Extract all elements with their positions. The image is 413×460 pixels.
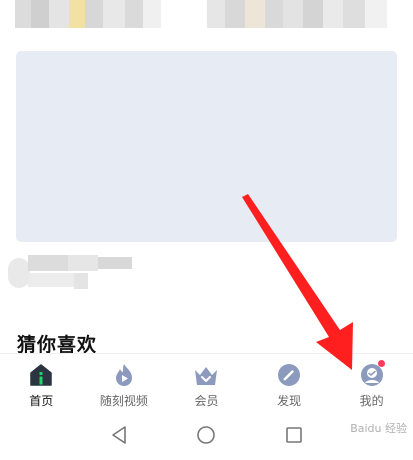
tab-discover[interactable]: 发现 <box>248 354 331 410</box>
tab-video-label: 随刻视频 <box>99 394 148 408</box>
back-icon[interactable] <box>108 424 130 446</box>
watermark: Baidu 经验 <box>350 422 407 435</box>
tab-home-label: 首页 <box>29 394 54 408</box>
compass-icon <box>278 364 301 386</box>
banner-card[interactable] <box>16 51 397 242</box>
tab-vip-label: 会员 <box>194 394 219 408</box>
user-icon <box>360 364 383 386</box>
flame-play-icon <box>115 364 132 386</box>
tab-video[interactable]: 随刻视频 <box>83 354 166 410</box>
tab-home[interactable]: 首页 <box>0 354 83 410</box>
tab-discover-label: 发现 <box>277 394 302 408</box>
home-icon <box>30 364 53 386</box>
pixelated-content-left <box>15 0 161 28</box>
bottom-tab-bar: 首页 随刻视频 会员 发现 我的 <box>0 353 413 410</box>
tab-vip[interactable]: 会员 <box>165 354 386 410</box>
pixelated-content-right <box>207 0 387 28</box>
crown-icon <box>195 367 218 385</box>
recents-icon[interactable] <box>283 424 305 446</box>
home-circle-icon[interactable] <box>195 424 217 446</box>
tab-mine-label: 我的 <box>359 394 384 408</box>
tab-mine[interactable]: 我的 <box>330 354 413 410</box>
